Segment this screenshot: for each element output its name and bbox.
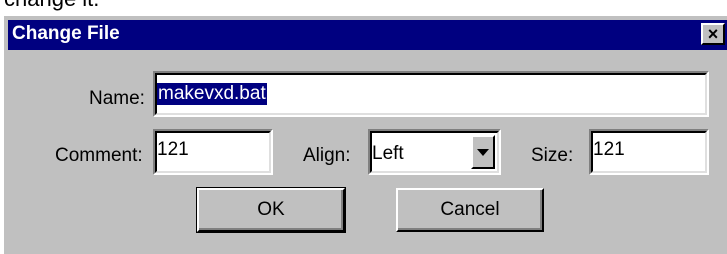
dialog-title: Change File [12, 23, 120, 44]
size-field[interactable]: 121 [589, 129, 709, 175]
cancel-button-label: Cancel [440, 199, 500, 220]
name-label: Name: [89, 88, 145, 109]
size-label: Size: [531, 145, 574, 166]
ok-button[interactable]: OK [196, 187, 346, 233]
comment-field[interactable]: 121 [153, 129, 273, 175]
align-select[interactable]: Left [368, 129, 501, 175]
align-label: Align: [303, 145, 351, 166]
background-text-fragment: change it. [4, 0, 99, 12]
size-value: 121 [593, 139, 625, 160]
align-value: Left [372, 143, 404, 164]
close-icon: × [707, 24, 719, 44]
title-bar[interactable]: Change File × [8, 20, 727, 50]
name-field[interactable]: makevxd.bat [153, 71, 709, 117]
close-button[interactable]: × [701, 23, 725, 45]
name-value: makevxd.bat [157, 83, 267, 105]
cancel-button[interactable]: Cancel [396, 188, 544, 232]
dropdown-arrow-button[interactable] [471, 135, 495, 169]
comment-value: 121 [157, 139, 189, 160]
comment-label: Comment: [55, 145, 143, 166]
chevron-down-icon [477, 148, 489, 156]
ok-button-label: OK [257, 199, 285, 220]
